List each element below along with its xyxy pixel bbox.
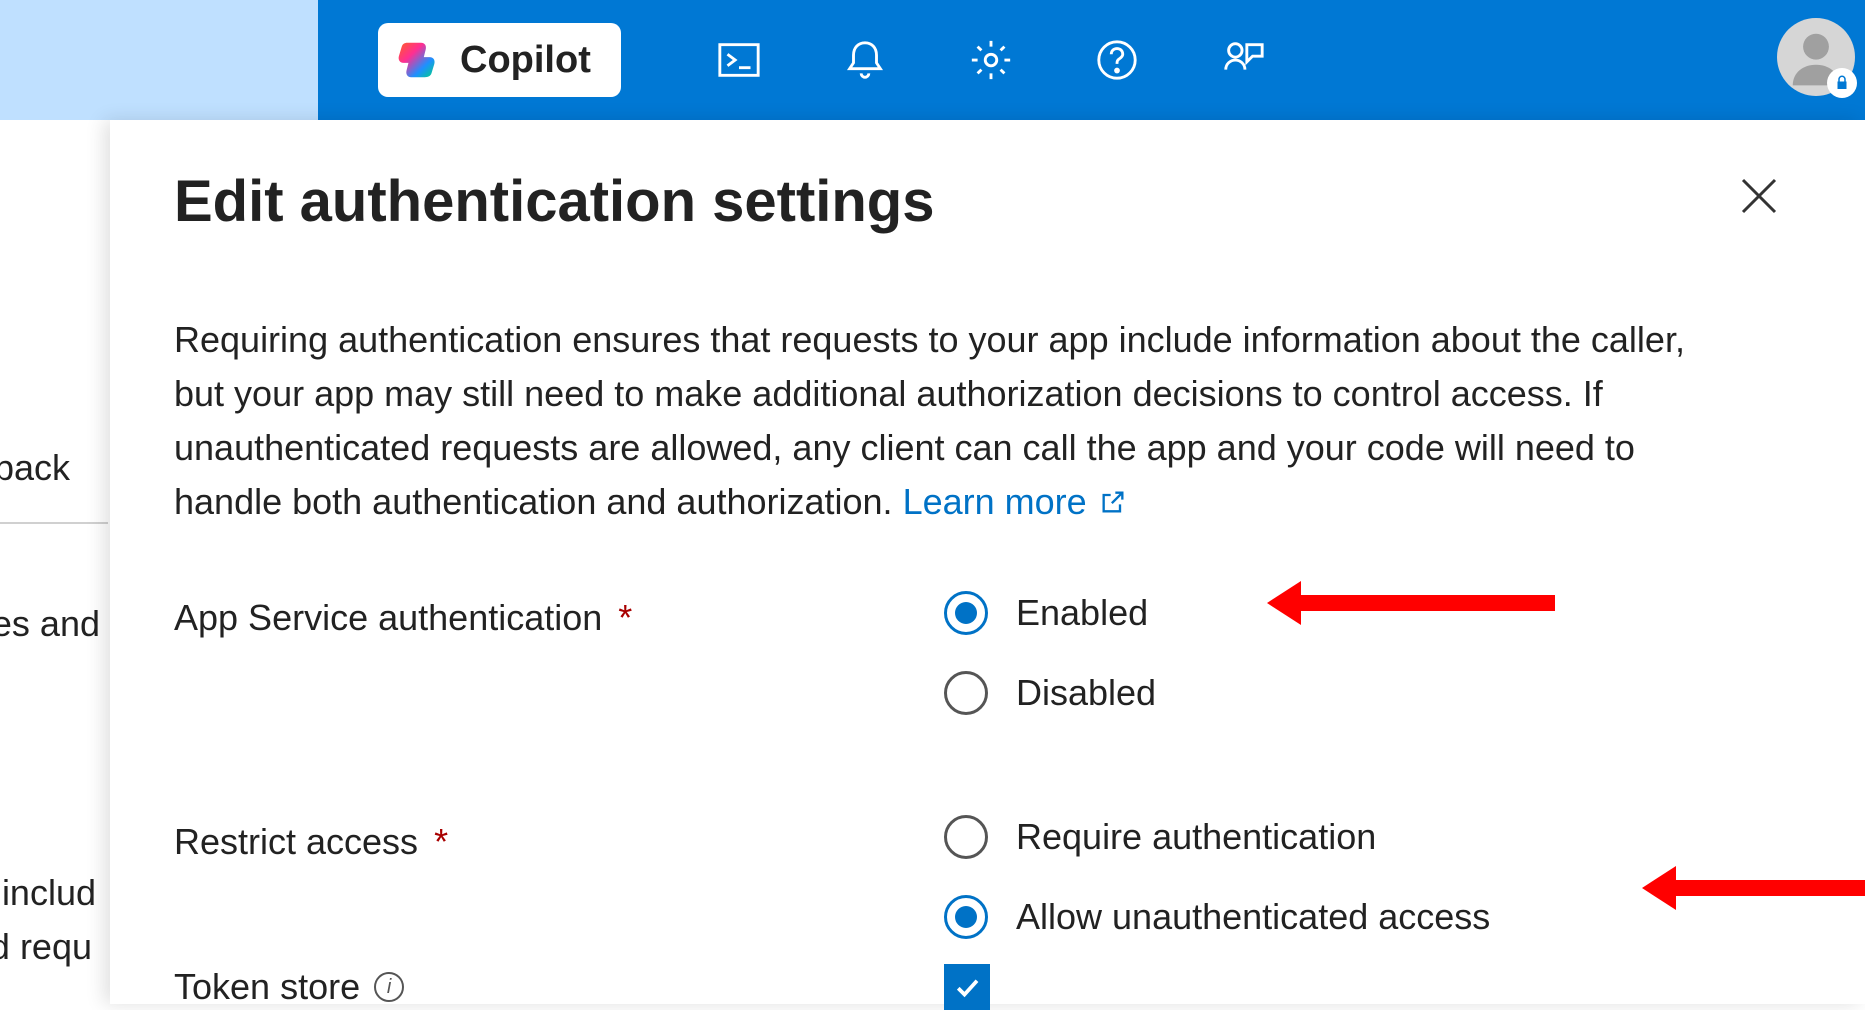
field-restrict-access: Restrict access * Require authentication…	[174, 815, 1801, 939]
underlying-page: back ties and includ d requ	[0, 120, 110, 1004]
help-icon[interactable]	[1094, 37, 1140, 83]
annotation-arrow	[1295, 595, 1555, 611]
field-label: Restrict access *	[174, 815, 944, 863]
bg-fragment: back	[0, 444, 70, 493]
required-indicator: *	[618, 597, 632, 638]
field-app-service-auth: App Service authentication * Enabled Dis…	[174, 591, 1801, 715]
field-options: Require authentication Allow unauthentic…	[944, 815, 1490, 939]
header-search-placeholder[interactable]	[0, 0, 318, 120]
radio-label: Enabled	[1016, 592, 1148, 634]
info-icon[interactable]: i	[374, 972, 404, 1002]
radio-label: Disabled	[1016, 672, 1156, 714]
radio-label: Allow unauthenticated access	[1016, 896, 1490, 938]
bg-fragment: ties and	[0, 600, 100, 649]
panel-description: Requiring authentication ensures that re…	[174, 313, 1734, 529]
label-text: Token store	[174, 966, 360, 1008]
radio-disabled[interactable]: Disabled	[944, 671, 1156, 715]
bg-divider	[0, 522, 108, 524]
field-token-store: Token store i	[174, 964, 1774, 1010]
feedback-icon[interactable]	[1220, 37, 1266, 83]
annotation-arrow	[1670, 880, 1865, 896]
radio-require-auth[interactable]: Require authentication	[944, 815, 1490, 859]
required-indicator: *	[434, 821, 448, 862]
copilot-icon	[396, 37, 442, 83]
radio-icon	[944, 591, 988, 635]
edit-auth-settings-panel: Edit authentication settings Requiring a…	[110, 120, 1865, 1004]
form-area: App Service authentication * Enabled Dis…	[174, 591, 1801, 939]
cloud-shell-icon[interactable]	[716, 37, 762, 83]
radio-icon	[944, 895, 988, 939]
label-text: Restrict access	[174, 821, 418, 862]
radio-icon	[944, 815, 988, 859]
close-button[interactable]	[1735, 172, 1783, 220]
copilot-label: Copilot	[460, 39, 591, 82]
bg-fragment: d requ	[0, 923, 92, 972]
account-avatar[interactable]	[1777, 18, 1855, 96]
radio-allow-unauth[interactable]: Allow unauthenticated access	[944, 895, 1490, 939]
field-label: Token store i	[174, 966, 944, 1008]
token-store-checkbox[interactable]	[944, 964, 990, 1010]
header-icon-group	[716, 37, 1266, 83]
bg-fragment: includ	[2, 869, 96, 918]
panel-title: Edit authentication settings	[174, 168, 1801, 235]
field-label: App Service authentication *	[174, 591, 944, 639]
radio-label: Require authentication	[1016, 816, 1376, 858]
learn-more-label: Learn more	[903, 475, 1087, 529]
settings-icon[interactable]	[968, 37, 1014, 83]
lock-icon	[1827, 68, 1857, 98]
copilot-button[interactable]: Copilot	[378, 23, 621, 97]
external-link-icon	[1099, 488, 1127, 516]
radio-icon	[944, 671, 988, 715]
portal-header: Copilot	[0, 0, 1865, 120]
label-text: App Service authentication	[174, 597, 602, 638]
field-options: Enabled Disabled	[944, 591, 1156, 715]
notifications-icon[interactable]	[842, 37, 888, 83]
radio-enabled[interactable]: Enabled	[944, 591, 1156, 635]
learn-more-link[interactable]: Learn more	[903, 475, 1127, 529]
